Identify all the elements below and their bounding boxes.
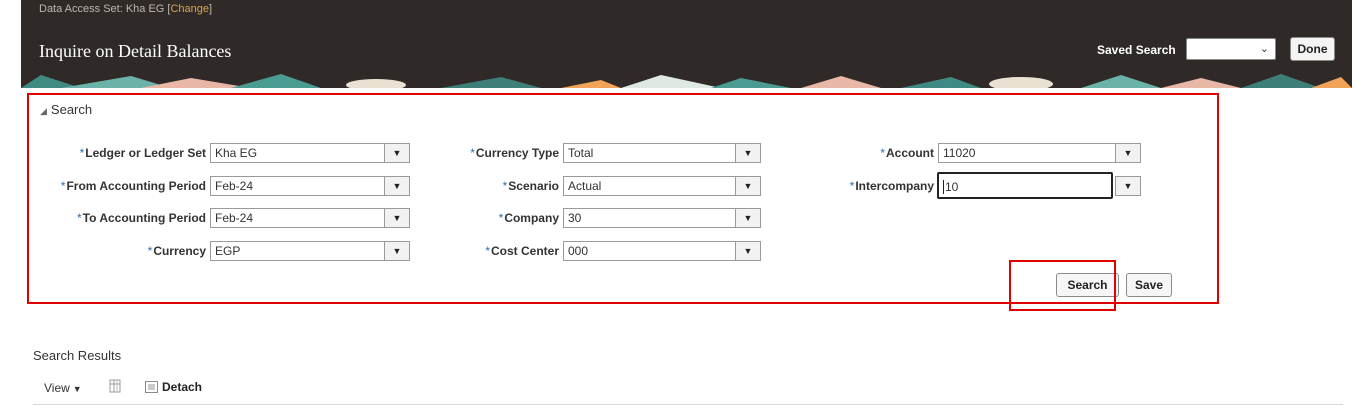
decorative-banner <box>21 72 1352 88</box>
results-divider <box>33 404 1343 405</box>
intercompany-dropdown[interactable]: ▼ <box>1115 176 1141 196</box>
saved-search-select[interactable]: ⌄ <box>1186 38 1276 60</box>
to-period-label: *To Accounting Period <box>77 211 206 225</box>
from-period-combo[interactable]: Feb-24 ▼ <box>210 176 410 196</box>
scenario-combo[interactable]: Actual ▼ <box>563 176 761 196</box>
currency-type-label: *Currency Type <box>470 146 559 160</box>
to-period-combo[interactable]: Feb-24 ▼ <box>210 208 410 228</box>
ledger-combo[interactable]: Kha EG ▼ <box>210 143 410 163</box>
search-disclosure[interactable]: ◢ Search <box>40 102 92 117</box>
save-button[interactable]: Save <box>1126 273 1172 297</box>
from-period-label: *From Accounting Period <box>60 179 206 193</box>
cost-center-label: *Cost Center <box>485 244 559 258</box>
change-link[interactable]: Change <box>170 3 209 15</box>
dropdown-arrow-icon[interactable]: ▼ <box>384 209 409 227</box>
intercompany-label: *Intercompany <box>849 179 934 193</box>
dropdown-arrow-icon[interactable]: ▼ <box>735 144 760 162</box>
company-combo[interactable]: 30 ▼ <box>563 208 761 228</box>
freeze-icon[interactable] <box>108 379 122 393</box>
dropdown-arrow-icon[interactable]: ▼ <box>735 209 760 227</box>
dropdown-arrow-icon[interactable]: ▼ <box>384 242 409 260</box>
scenario-label: *Scenario <box>502 179 559 193</box>
data-access-set: Data Access Set: Kha EG [Change] <box>39 3 213 15</box>
account-combo[interactable]: 11020 ▼ <box>938 143 1141 163</box>
intercompany-input[interactable]: 10 <box>937 172 1113 199</box>
done-button[interactable]: Done <box>1290 37 1335 61</box>
page-title: Inquire on Detail Balances <box>39 41 232 61</box>
view-menu[interactable]: View ▼ <box>44 381 82 395</box>
dropdown-arrow-icon[interactable]: ▼ <box>1116 177 1140 195</box>
currency-type-combo[interactable]: Total ▼ <box>563 143 761 163</box>
dropdown-arrow-icon[interactable]: ▼ <box>735 242 760 260</box>
company-label: *Company <box>498 211 559 225</box>
saved-search-label: Saved Search <box>1097 43 1176 57</box>
search-button[interactable]: Search <box>1056 273 1119 297</box>
dropdown-arrow-icon[interactable]: ▼ <box>384 177 409 195</box>
search-results-title: Search Results <box>33 348 122 363</box>
caret-down-icon: ▼ <box>72 384 82 394</box>
dropdown-arrow-icon[interactable]: ▼ <box>384 144 409 162</box>
dropdown-arrow-icon[interactable]: ▼ <box>735 177 760 195</box>
ledger-label: *Ledger or Ledger Set <box>79 146 206 160</box>
account-label: *Account <box>880 146 934 160</box>
chevron-down-icon: ⌄ <box>1259 43 1269 55</box>
dropdown-arrow-icon[interactable]: ▼ <box>1115 144 1140 162</box>
currency-label: *Currency <box>147 244 206 258</box>
currency-combo[interactable]: EGP ▼ <box>210 241 410 261</box>
detach-icon <box>145 381 158 393</box>
text-cursor <box>943 180 944 194</box>
page-header: Data Access Set: Kha EG [Change] Inquire… <box>21 0 1352 88</box>
cost-center-combo[interactable]: 000 ▼ <box>563 241 761 261</box>
collapse-triangle-icon: ◢ <box>40 106 47 116</box>
